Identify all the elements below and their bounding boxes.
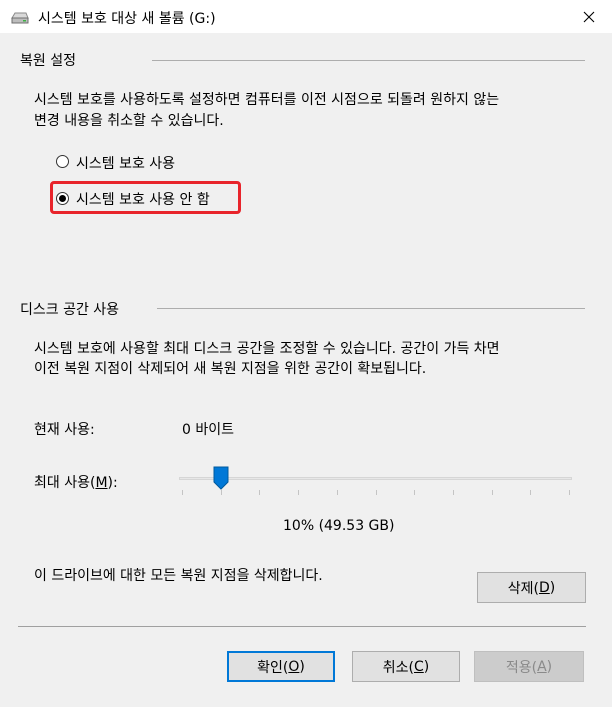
slider-tick xyxy=(336,490,338,495)
close-icon xyxy=(583,11,595,22)
radio-enable-protection[interactable] xyxy=(56,155,69,168)
restore-settings-divider xyxy=(152,60,585,61)
disk-space-header: 디스크 공간 사용 xyxy=(20,302,120,318)
radio-disable-protection-label[interactable]: 시스템 보호 사용 안 함 xyxy=(76,189,210,209)
slider-tick xyxy=(298,490,300,495)
max-usage-label: 최대 사용(M): xyxy=(34,475,118,491)
drive-icon xyxy=(11,12,29,24)
restore-description-line1: 시스템 보호를 사용하도록 설정하면 컴퓨터를 이전 시점으로 되돌려 원하지 … xyxy=(34,92,500,108)
title-bar: 시스템 보호 대상 새 볼륨 (G:) xyxy=(0,0,612,33)
restore-description-line2: 변경 내용을 취소할 수 있습니다. xyxy=(34,113,224,129)
disk-description-line1: 시스템 보호에 사용할 최대 디스크 공간을 조정할 수 있습니다. 공간이 가… xyxy=(34,341,500,357)
slider-tick xyxy=(452,490,454,495)
restore-settings-header: 복원 설정 xyxy=(20,53,76,69)
delete-description: 이 드라이브에 대한 모든 복원 지점을 삭제합니다. xyxy=(34,568,323,584)
footer-divider xyxy=(18,626,586,627)
window-title: 시스템 보호 대상 새 볼륨 (G:) xyxy=(38,11,216,27)
disk-description-line2: 이전 복원 지점이 삭제되어 새 복원 지점을 위한 공간이 확보됩니다. xyxy=(34,361,427,377)
max-usage-slider-track[interactable] xyxy=(179,477,572,480)
disk-space-divider xyxy=(157,308,585,309)
slider-tick xyxy=(375,490,377,495)
cancel-button[interactable]: 취소(C) xyxy=(352,651,460,682)
max-usage-slider-thumb[interactable] xyxy=(213,466,229,490)
ok-button[interactable]: 확인(O) xyxy=(227,651,335,682)
slider-tick xyxy=(259,490,261,495)
max-usage-value: 10% (49.53 GB) xyxy=(283,518,395,534)
close-button[interactable] xyxy=(566,0,612,33)
slider-tick xyxy=(414,490,416,495)
radio-disable-protection[interactable] xyxy=(56,192,69,205)
slider-tick xyxy=(220,490,222,495)
slider-tick xyxy=(530,490,532,495)
delete-button[interactable]: 삭제(D) xyxy=(477,572,586,603)
apply-button[interactable]: 적용(A) xyxy=(474,651,584,682)
radio-enable-protection-label[interactable]: 시스템 보호 사용 xyxy=(76,153,175,173)
current-usage-label: 현재 사용: xyxy=(34,422,95,438)
current-usage-value: 0 바이트 xyxy=(182,422,234,438)
slider-tick xyxy=(182,490,183,495)
slider-tick xyxy=(491,490,493,495)
slider-tick xyxy=(569,490,570,495)
